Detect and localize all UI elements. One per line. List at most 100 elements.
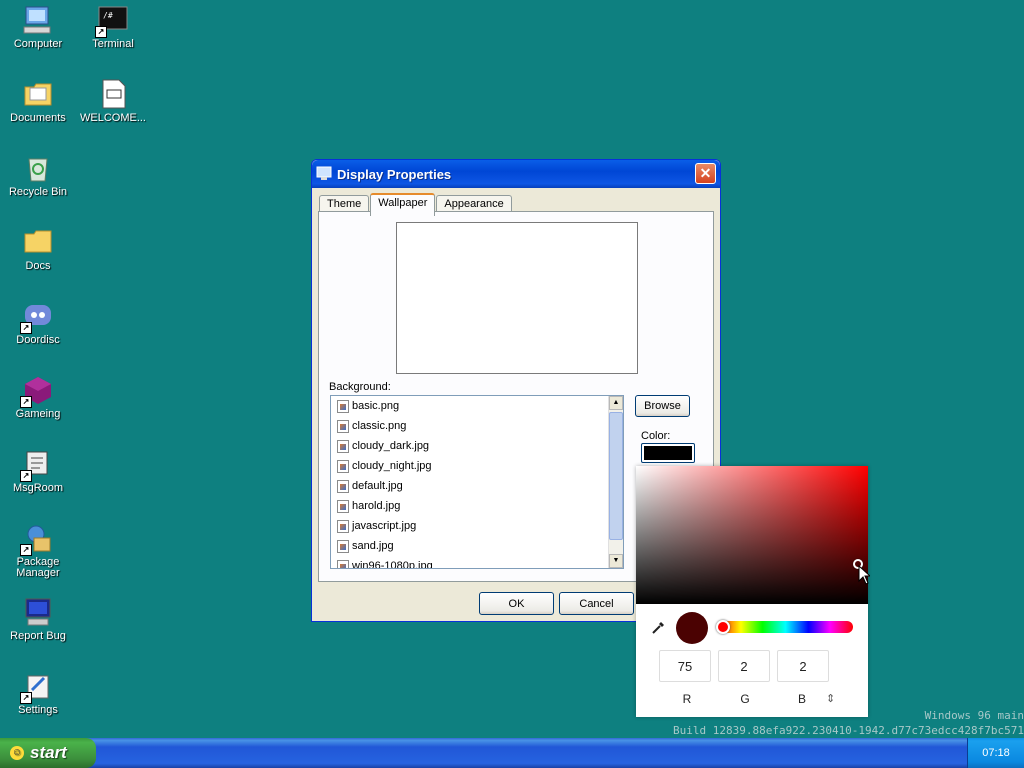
- image-file-icon: [337, 479, 349, 493]
- file-name: javascript.jpg: [352, 520, 417, 532]
- image-file-icon: [337, 399, 349, 413]
- cube-icon: ↗: [20, 374, 54, 408]
- desktop-icon-report-bug[interactable]: Report Bug: [0, 596, 76, 642]
- green-input[interactable]: [718, 650, 770, 682]
- desktop-icon-label: Documents: [10, 112, 66, 124]
- scroll-up-button[interactable]: ▲: [609, 396, 623, 410]
- red-input[interactable]: [659, 650, 711, 682]
- desktop-icon-computer[interactable]: Computer: [0, 4, 76, 50]
- desktop-icon-label: Report Bug: [10, 630, 66, 642]
- svg-text:/#: /#: [103, 11, 113, 20]
- start-label: start: [30, 743, 67, 762]
- scroll-down-button[interactable]: ▼: [609, 554, 623, 568]
- shortcut-arrow-icon: ↗: [20, 396, 32, 408]
- start-smiley-icon: ☺: [10, 746, 24, 760]
- file-name: classic.png: [352, 420, 407, 432]
- image-file-icon: [337, 499, 349, 513]
- eyedropper-icon[interactable]: [650, 620, 666, 636]
- color-label: Color:: [641, 430, 671, 442]
- documents-folder-icon: [22, 78, 54, 110]
- file-name: default.jpg: [352, 480, 403, 492]
- report-bug-icon: [22, 596, 54, 628]
- shortcut-arrow-icon: ↗: [95, 26, 107, 38]
- desktop-icon-settings[interactable]: ↗ Settings: [0, 670, 76, 716]
- blue-label: B: [797, 692, 806, 706]
- list-item[interactable]: harold.jpg: [331, 496, 623, 516]
- shortcut-arrow-icon: ↗: [20, 470, 32, 482]
- clock[interactable]: 07:18: [982, 747, 1010, 759]
- color-swatch-fill: [644, 446, 692, 460]
- color-mode-toggle[interactable]: ⇕: [826, 692, 835, 705]
- desktop-icon-recycle-bin[interactable]: Recycle Bin: [0, 152, 76, 198]
- background-list[interactable]: basic.png classic.png cloudy_dark.jpgcloud…: [330, 395, 624, 569]
- markdown-file-icon: [97, 78, 129, 110]
- shortcut-arrow-icon: ↗: [20, 544, 32, 556]
- desktop-icon-docs[interactable]: Docs: [0, 226, 76, 272]
- shortcut-arrow-icon: ↗: [20, 692, 32, 704]
- list-item[interactable]: sand.jpg: [331, 536, 623, 556]
- file-name: cloudy_night.jpg: [352, 460, 432, 472]
- image-file-icon: [337, 419, 349, 433]
- close-button[interactable]: ✕: [695, 163, 716, 184]
- list-item[interactable]: classic.png: [331, 416, 623, 436]
- wallpaper-preview: [396, 222, 638, 374]
- display-properties-icon: [316, 165, 332, 184]
- desktop-icon-terminal[interactable]: /# ↗ Terminal: [75, 4, 151, 50]
- window-title: Display Properties: [337, 166, 452, 182]
- doordisc-icon: ↗: [20, 300, 54, 334]
- folder-icon: [22, 226, 54, 258]
- desktop-icon-welcome[interactable]: WELCOME...: [75, 78, 151, 124]
- hue-slider[interactable]: [718, 621, 853, 633]
- scrollbar[interactable]: ▲ ▼: [608, 396, 623, 568]
- browse-button[interactable]: Browse: [635, 395, 690, 417]
- window-titlebar[interactable]: Display Properties: [312, 160, 720, 188]
- desktop-icon-documents[interactable]: Documents: [0, 78, 76, 124]
- color-preview: [676, 612, 708, 644]
- watermark-line-1: Windows 96 main: [924, 709, 1024, 722]
- build-watermark: Windows 96 main Build 12839.88efa922.230…: [673, 708, 1024, 738]
- file-name: cloudy_dark.jpg: [352, 440, 430, 452]
- settings-icon: ↗: [20, 670, 54, 704]
- desktop-icon-label: Recycle Bin: [8, 186, 68, 198]
- desktop-icon-gameing[interactable]: ↗ Gameing: [0, 374, 76, 420]
- cancel-button[interactable]: Cancel: [559, 592, 634, 615]
- image-file-icon: [337, 559, 349, 568]
- list-item[interactable]: cloudy_night.jpg: [331, 456, 623, 476]
- hue-slider-handle[interactable]: [716, 620, 730, 634]
- desktop-icon-label: MsgRoom: [12, 482, 64, 494]
- saturation-value-area[interactable]: [636, 466, 868, 604]
- image-file-icon: [337, 439, 349, 453]
- desktop-icon-label: Terminal: [92, 38, 134, 50]
- watermark-line-2: Build 12839.88efa922.230410-1942.d77c73e…: [673, 724, 1024, 737]
- tab-wallpaper[interactable]: Wallpaper: [370, 193, 436, 216]
- color-swatch-button[interactable]: [641, 443, 695, 463]
- blue-input[interactable]: [777, 650, 829, 682]
- list-item[interactable]: javascript.jpg: [331, 516, 623, 536]
- file-list: basic.png classic.png cloudy_dark.jpgcloud…: [331, 396, 623, 569]
- file-name: harold.jpg: [352, 500, 401, 512]
- list-item[interactable]: cloudy_dark.jpg: [331, 436, 623, 456]
- file-name: sand.jpg: [352, 540, 394, 552]
- package-manager-icon: ↗: [20, 522, 54, 556]
- ok-button[interactable]: OK: [479, 592, 554, 615]
- list-item[interactable]: win96-1080p.jpg: [331, 556, 623, 569]
- computer-icon: [22, 4, 54, 36]
- start-button[interactable]: ☺ start: [0, 738, 96, 768]
- file-name: win96-1080p.jpg: [352, 560, 433, 569]
- desktop-icon-label: Doordisc: [16, 334, 60, 346]
- list-item[interactable]: default.jpg: [331, 476, 623, 496]
- recycle-bin-icon: [22, 152, 54, 184]
- desktop-icon-label: Gameing: [15, 408, 61, 420]
- desktop-icon-msgroom[interactable]: ↗ MsgRoom: [0, 448, 76, 494]
- file-name: basic.png: [352, 400, 400, 412]
- terminal-icon: /# ↗: [95, 4, 129, 38]
- mouse-cursor-icon: [858, 564, 872, 585]
- green-label: G: [740, 692, 750, 706]
- desktop-icon-doordisc[interactable]: ↗ Doordisc: [0, 300, 76, 346]
- shortcut-arrow-icon: ↗: [20, 322, 32, 334]
- msgroom-icon: ↗: [20, 448, 54, 482]
- list-item[interactable]: basic.png: [331, 396, 623, 416]
- image-file-icon: [337, 519, 349, 533]
- desktop-icon-package-manager[interactable]: ↗ Package Manager: [0, 522, 76, 579]
- scroll-thumb[interactable]: [609, 412, 623, 540]
